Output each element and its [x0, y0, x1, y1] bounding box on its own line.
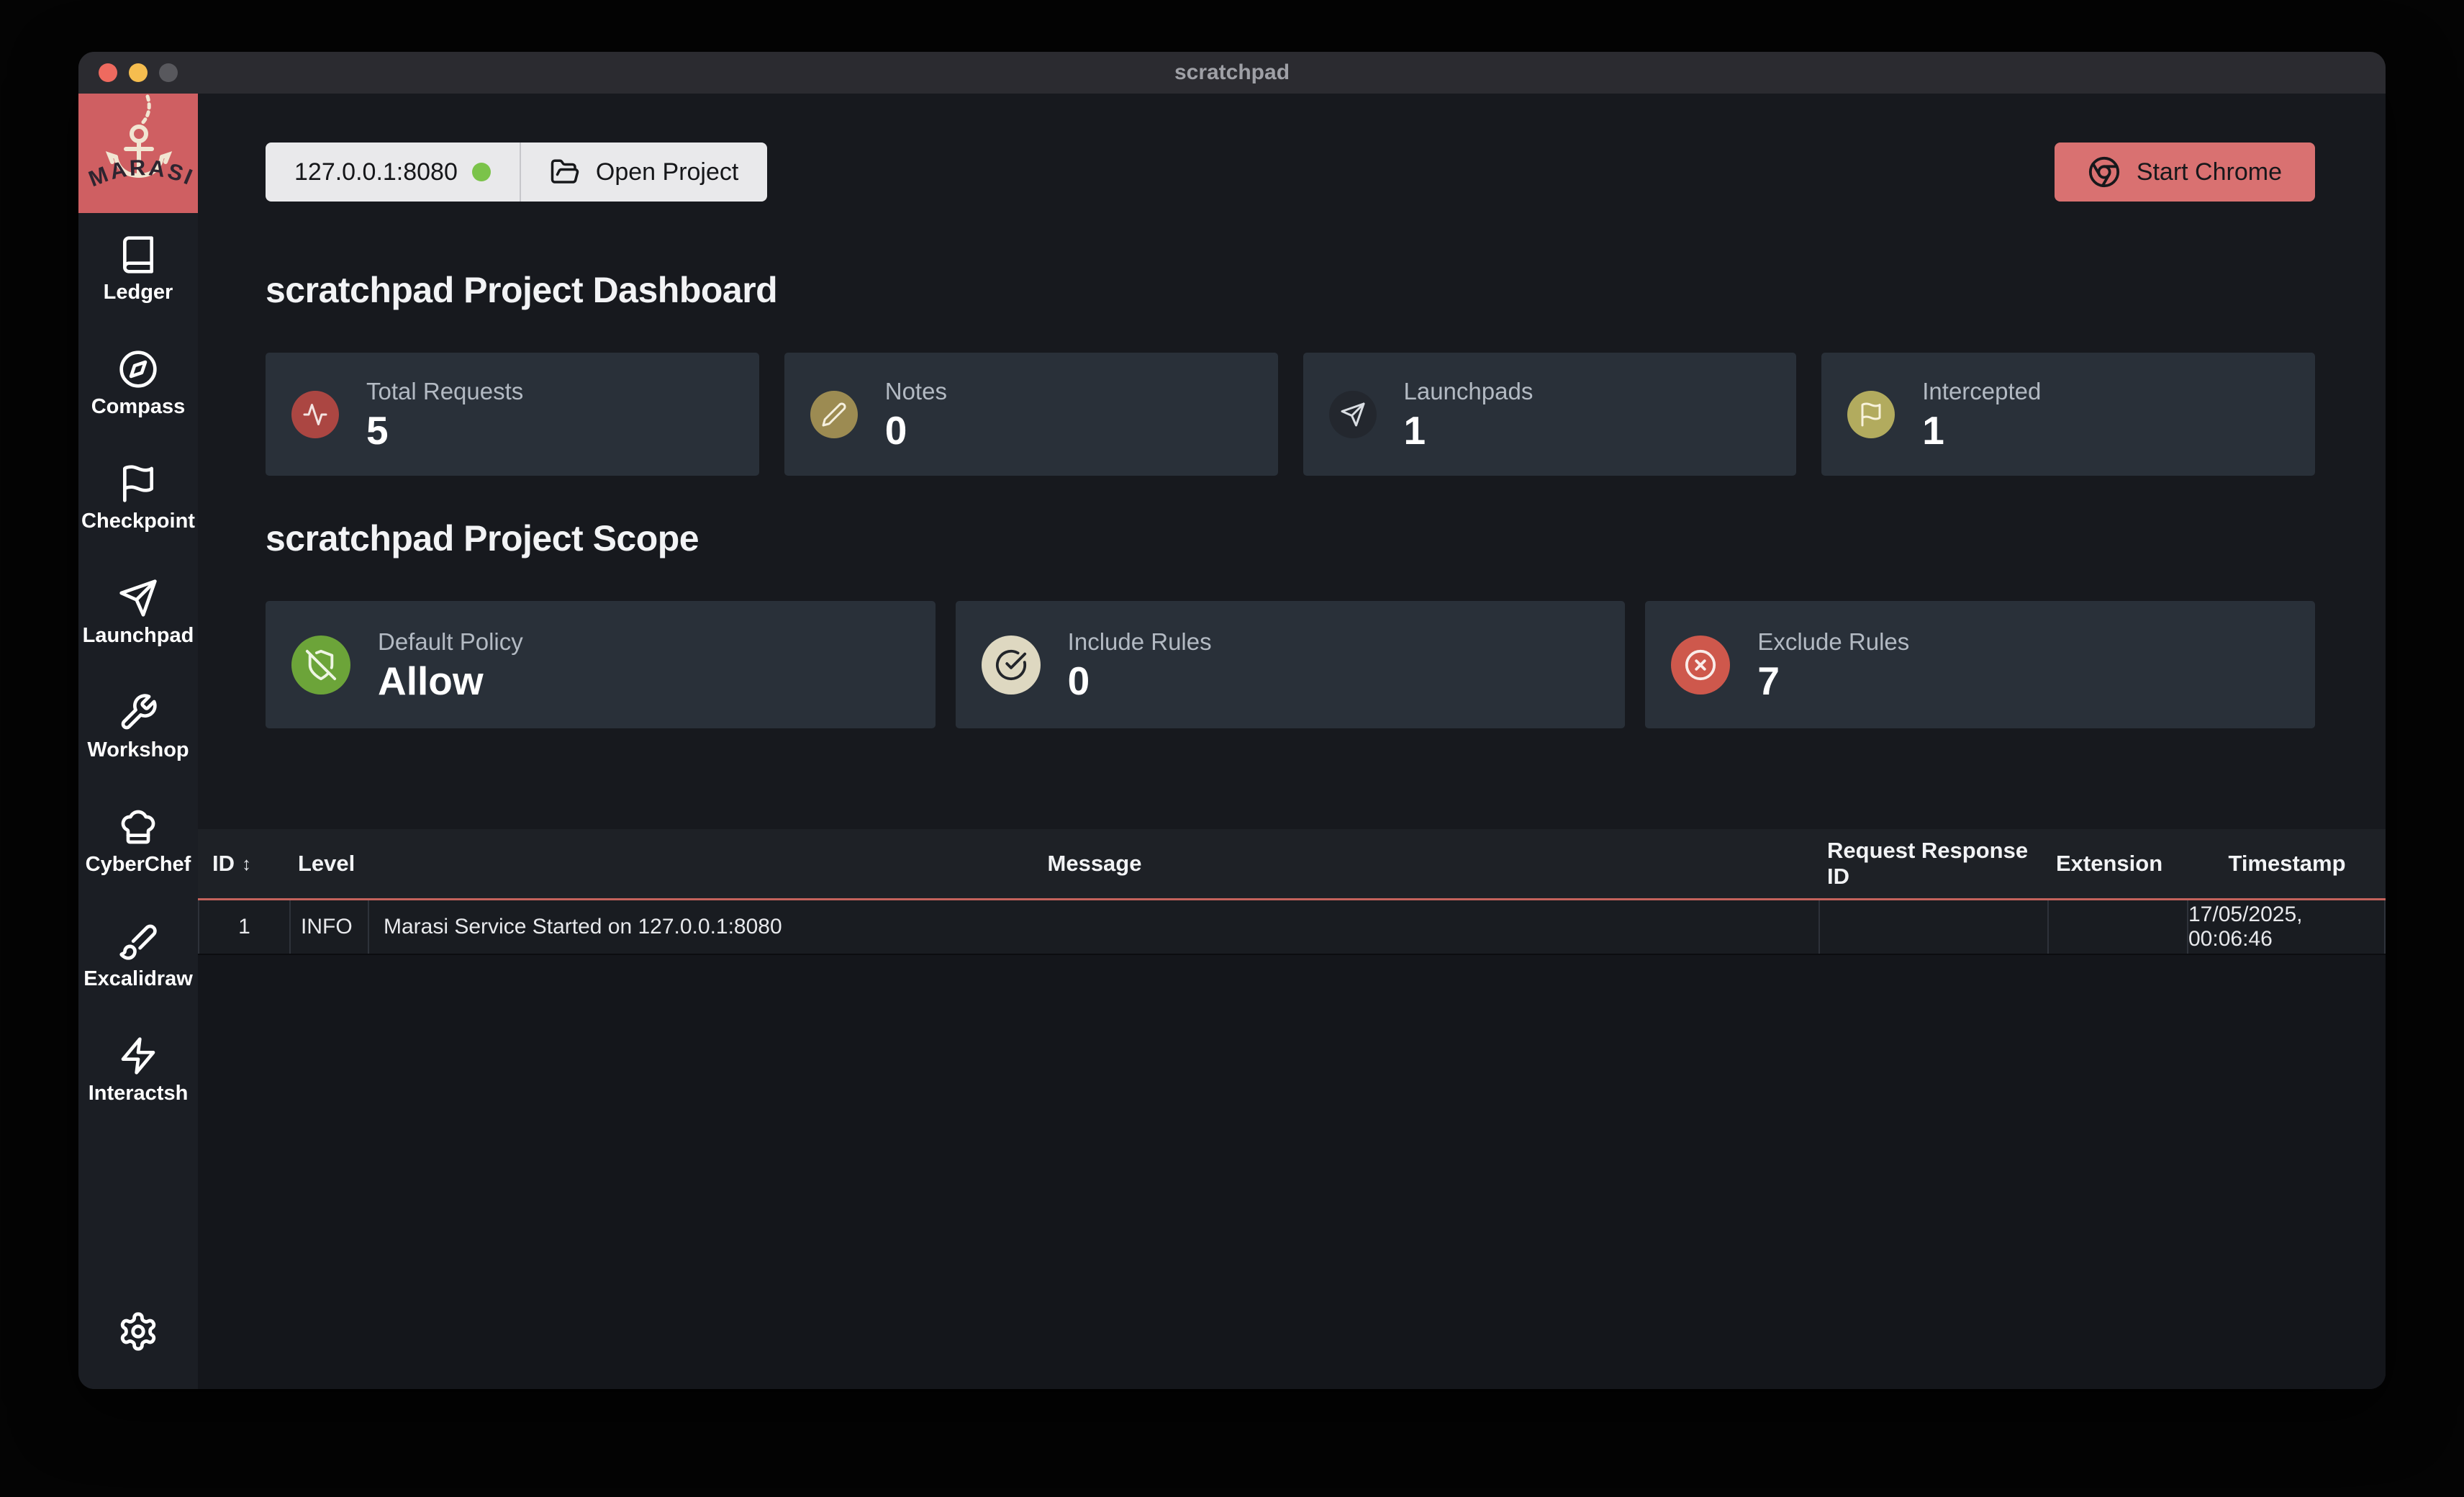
book-icon [118, 235, 158, 275]
stat-value: 0 [885, 411, 947, 451]
sidebar-item-ledger[interactable]: Ledger [104, 235, 173, 304]
brush-icon [118, 921, 158, 962]
marasi-logo: MARASI [78, 94, 198, 213]
titlebar: scratchpad [78, 52, 2386, 94]
flag-icon [118, 463, 158, 504]
start-chrome-button[interactable]: Start Chrome [2055, 143, 2315, 202]
send-icon [1340, 402, 1366, 428]
sidebar-item-launchpad[interactable]: Launchpad [83, 578, 194, 648]
sidebar-item-label: Ledger [104, 281, 173, 304]
scope-title: scratchpad Project Scope [266, 517, 2386, 559]
stat-value: 1 [1404, 411, 1534, 451]
flag-icon [1858, 402, 1884, 428]
log-cell-request-response-id [1820, 900, 2049, 954]
chef-hat-icon [118, 807, 158, 847]
chrome-icon [2088, 155, 2121, 189]
proxy-segmented-control: 127.0.0.1:8080 Open Project [266, 143, 767, 202]
log-cell-level: INFO [291, 900, 369, 954]
sidebar-item-label: CyberChef [86, 853, 191, 877]
sidebar-item-label: Workshop [87, 738, 189, 762]
sidebar-item-label: Launchpad [83, 624, 194, 648]
sidebar-item-interactsh[interactable]: Interactsh [89, 1036, 189, 1105]
sidebar-item-compass[interactable]: Compass [91, 349, 186, 419]
sidebar-item-cyberchef[interactable]: CyberChef [86, 807, 191, 877]
stat-value: 5 [366, 411, 523, 451]
column-header-request-response-id: Request Response ID [1820, 829, 2049, 898]
stat-card-total-requests: Total Requests 5 [266, 353, 759, 476]
proxy-online-dot-icon [472, 163, 491, 181]
stat-label: Intercepted [1922, 378, 2041, 405]
log-cell-id: 1 [198, 900, 291, 954]
table-row[interactable]: 1 INFO Marasi Service Started on 127.0.0… [198, 900, 2386, 955]
column-header-extension: Extension [2049, 829, 2188, 898]
sidebar-item-excalidraw[interactable]: Excalidraw [83, 921, 193, 991]
app-window: scratchpad MARASI [78, 52, 2386, 1389]
column-header-level: Level [291, 829, 369, 898]
shield-off-icon [304, 648, 338, 682]
x-circle-icon [1684, 648, 1717, 682]
check-circle-icon [995, 648, 1028, 682]
scope-card-exclude-rules: Exclude Rules 7 [1645, 601, 2315, 728]
scope-label: Exclude Rules [1757, 628, 1909, 656]
activity-icon [302, 402, 328, 428]
log-table-header: ID ↕ Level Message Request Response ID E… [198, 829, 2386, 900]
proxy-address: 127.0.0.1:8080 [294, 158, 458, 186]
log-cell-message: Marasi Service Started on 127.0.0.1:8080 [369, 900, 1820, 954]
wrench-icon [118, 692, 158, 733]
scope-value: Allow [378, 661, 523, 701]
sidebar: MARASI Ledger Compass [78, 94, 198, 1389]
log-cell-timestamp: 17/05/2025, 00:06:46 [2188, 900, 2386, 954]
scope-value: 0 [1068, 661, 1212, 701]
stat-card-intercepted: Intercepted 1 [1821, 353, 2315, 476]
main-content: 127.0.0.1:8080 Open Project [198, 94, 2386, 1389]
sidebar-item-label: Checkpoint [81, 510, 195, 533]
sidebar-item-checkpoint[interactable]: Checkpoint [81, 463, 195, 533]
send-icon [118, 578, 158, 618]
settings-button[interactable] [117, 1311, 159, 1356]
window-title: scratchpad [78, 60, 2386, 85]
scope-label: Include Rules [1068, 628, 1212, 656]
sort-icon: ↕ [242, 853, 251, 875]
gear-icon [117, 1311, 159, 1352]
log-table: ID ↕ Level Message Request Response ID E… [198, 829, 2386, 1389]
scope-cards: Default Policy Allow Include Rules 0 [266, 601, 2315, 728]
start-chrome-label: Start Chrome [2137, 158, 2282, 186]
stat-card-launchpads: Launchpads 1 [1303, 353, 1797, 476]
stat-value: 1 [1922, 411, 2041, 451]
dashboard-stats: Total Requests 5 Notes 0 [266, 353, 2315, 476]
open-project-label: Open Project [596, 158, 738, 186]
stat-label: Notes [885, 378, 947, 405]
open-project-button[interactable]: Open Project [521, 143, 767, 202]
scope-label: Default Policy [378, 628, 523, 656]
folder-open-icon [550, 157, 580, 187]
sidebar-nav: Ledger Compass Checkpoint [81, 213, 195, 1105]
column-header-timestamp: Timestamp [2188, 829, 2386, 898]
compass-icon [118, 349, 158, 389]
zap-icon [118, 1036, 158, 1076]
stat-card-notes: Notes 0 [784, 353, 1278, 476]
column-header-message: Message [369, 829, 1820, 898]
pencil-icon [821, 402, 847, 428]
sidebar-item-label: Interactsh [89, 1082, 189, 1105]
stat-label: Launchpads [1404, 378, 1534, 405]
scope-value: 7 [1757, 661, 1909, 701]
proxy-address-button[interactable]: 127.0.0.1:8080 [266, 143, 520, 202]
dashboard-title: scratchpad Project Dashboard [266, 269, 2386, 311]
log-cell-extension [2049, 900, 2188, 954]
toolbar: 127.0.0.1:8080 Open Project [266, 143, 2315, 202]
stat-label: Total Requests [366, 378, 523, 405]
column-header-id[interactable]: ID ↕ [198, 829, 291, 898]
scope-card-include-rules: Include Rules 0 [956, 601, 1626, 728]
log-table-empty-area [198, 955, 2386, 1389]
sidebar-item-label: Excalidraw [83, 967, 193, 991]
sidebar-item-label: Compass [91, 395, 186, 419]
sidebar-item-workshop[interactable]: Workshop [87, 692, 189, 762]
scope-card-default-policy: Default Policy Allow [266, 601, 936, 728]
